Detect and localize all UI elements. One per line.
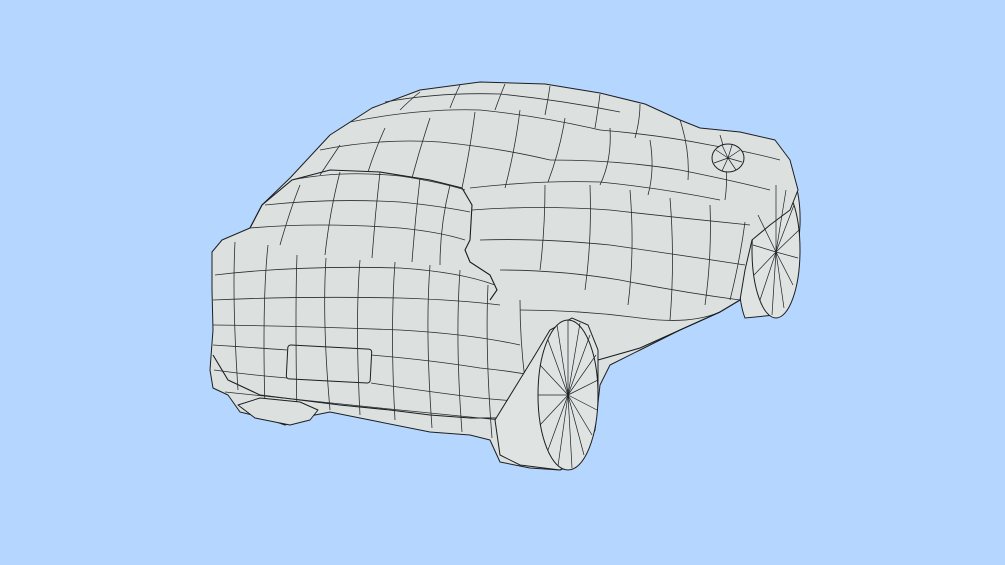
car-mesh-render[interactable]	[0, 0, 1005, 565]
3d-viewport[interactable]	[0, 0, 1005, 565]
license-plate	[285, 344, 373, 384]
side-mirror	[711, 143, 745, 173]
